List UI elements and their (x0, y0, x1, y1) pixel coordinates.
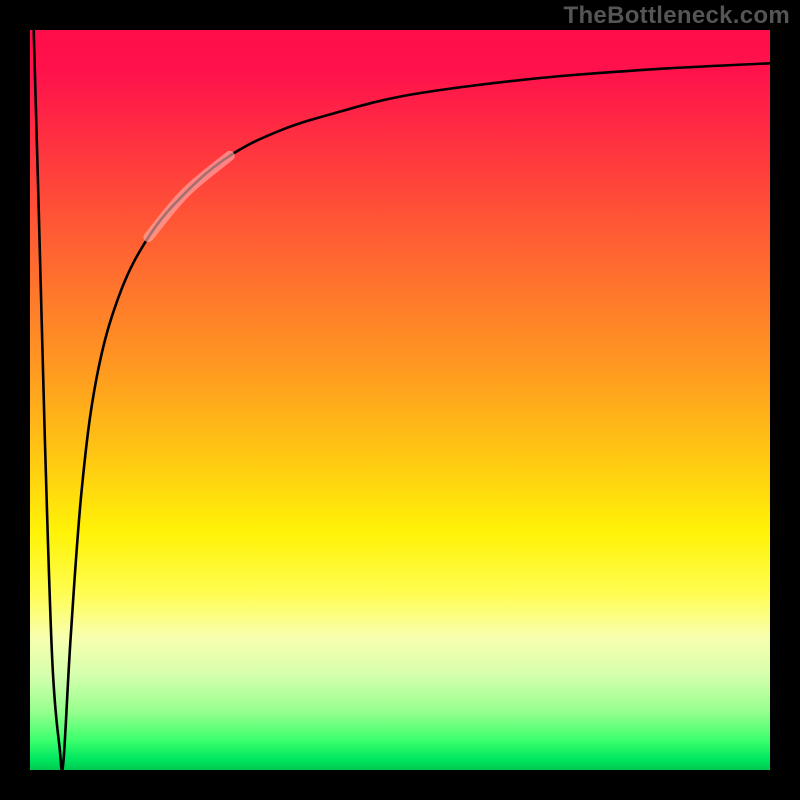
bottleneck-curve (34, 30, 770, 770)
watermark-label: TheBottleneck.com (564, 2, 790, 30)
chart-frame: TheBottleneck.com (0, 0, 800, 800)
bottleneck-curve-highlight (148, 156, 229, 237)
curve-svg (30, 30, 770, 770)
plot-area (30, 30, 770, 770)
